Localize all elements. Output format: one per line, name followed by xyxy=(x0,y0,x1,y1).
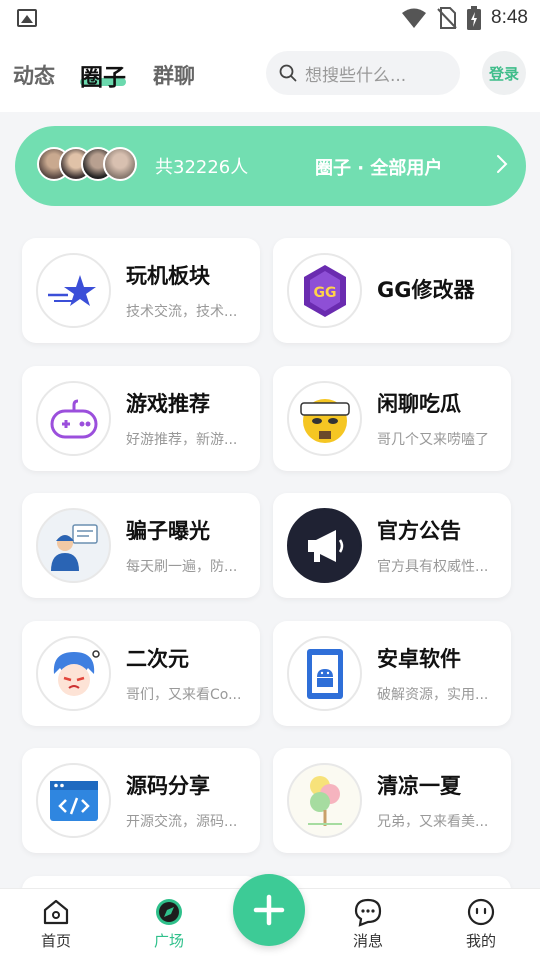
avatar xyxy=(103,147,137,181)
search-icon xyxy=(279,64,297,82)
card-title: 清凉一夏 xyxy=(377,774,461,798)
card-title: 安卓软件 xyxy=(377,647,461,671)
anime-character-icon xyxy=(36,636,111,711)
tab-dynamic[interactable]: 动态 xyxy=(13,60,55,90)
image-notification-icon xyxy=(17,9,37,27)
card-title: 二次元 xyxy=(126,647,189,671)
star-icon xyxy=(36,253,111,328)
card-subtitle: 好游推荐，新游... xyxy=(126,432,238,448)
tab-group-chat[interactable]: 群聊 xyxy=(153,60,195,90)
circle-card-scam-exposure[interactable]: 骗子曝光 每天刷一遍，防... xyxy=(22,493,260,598)
android-icon xyxy=(287,636,362,711)
banner-title: 圈子 · 全部用户 xyxy=(315,158,443,179)
wifi-icon xyxy=(402,8,427,28)
nav-label: 广场 xyxy=(153,932,184,950)
card-title: 骗子曝光 xyxy=(126,519,210,543)
card-subtitle: 每天刷一遍，防... xyxy=(126,559,238,575)
card-subtitle: 开源交流，源码... xyxy=(126,814,238,830)
nav-label: 首页 xyxy=(40,932,71,950)
circle-card-summer[interactable]: 清凉一夏 兄弟，又来看美... xyxy=(273,748,511,853)
card-subtitle: 哥们，又来看Co... xyxy=(126,687,242,703)
emoji-face-icon xyxy=(287,381,362,456)
card-subtitle: 兄弟，又来看美... xyxy=(377,814,489,830)
search-placeholder: 想搜些什么... xyxy=(305,65,407,86)
home-icon xyxy=(43,899,69,925)
no-sim-icon xyxy=(437,7,457,29)
gamepad-icon xyxy=(36,381,111,456)
nav-profile[interactable]: 我的 xyxy=(441,897,521,951)
status-time: 8:48 xyxy=(491,7,528,28)
circle-card-source-code[interactable]: 源码分享 开源交流，源码... xyxy=(22,748,260,853)
nav-label: 消息 xyxy=(352,932,383,950)
circle-card-official-notice[interactable]: 官方公告 官方具有权威性... xyxy=(273,493,511,598)
chevron-right-icon xyxy=(497,155,508,173)
all-users-banner[interactable]: 共32226人 圈子 · 全部用户 xyxy=(15,126,526,206)
circle-card-android-software[interactable]: 安卓软件 破解资源，实用... xyxy=(273,621,511,726)
ice-cream-icon xyxy=(287,763,362,838)
card-subtitle: 官方具有权威性... xyxy=(377,559,489,575)
circle-card-gg-modifier[interactable]: GG GG修改器 xyxy=(273,238,511,343)
nav-home[interactable]: 首页 xyxy=(16,897,96,951)
compass-icon xyxy=(156,899,182,925)
card-title: GG修改器 xyxy=(377,278,475,302)
battery-charging-icon xyxy=(467,6,482,30)
card-title: 闲聊吃瓜 xyxy=(377,392,461,416)
circle-card-chit-chat[interactable]: 闲聊吃瓜 哥几个又来唠嗑了 xyxy=(273,366,511,471)
plus-icon xyxy=(253,894,285,926)
nav-messages[interactable]: 消息 xyxy=(328,897,408,951)
create-post-button[interactable] xyxy=(233,874,305,946)
circle-card-phone-tinkering[interactable]: 玩机板块 技术交流，技术... xyxy=(22,238,260,343)
top-header: 动态 圈子 群聊 想搜些什么... 登录 xyxy=(0,36,540,112)
svg-text:GG: GG xyxy=(313,285,336,301)
profile-icon xyxy=(467,898,495,926)
circle-card-game-recommend[interactable]: 游戏推荐 好游推荐，新游... xyxy=(22,366,260,471)
circle-card-anime[interactable]: 二次元 哥们，又来看Co... xyxy=(22,621,260,726)
nav-square[interactable]: 广场 xyxy=(129,897,209,951)
support-agent-icon xyxy=(36,508,111,583)
card-subtitle: 破解资源，实用... xyxy=(377,687,489,703)
status-bar: 8:48 xyxy=(0,0,540,36)
message-icon xyxy=(354,898,382,927)
nav-label: 我的 xyxy=(465,932,496,950)
tab-circles[interactable]: 圈子 xyxy=(80,58,126,92)
search-input[interactable]: 想搜些什么... xyxy=(266,51,460,95)
card-title: 游戏推荐 xyxy=(126,392,210,416)
code-window-icon xyxy=(36,763,111,838)
card-title: 玩机板块 xyxy=(126,264,210,288)
card-subtitle: 技术交流，技术... xyxy=(126,304,238,320)
card-title: 源码分享 xyxy=(126,774,210,798)
gg-icon: GG xyxy=(287,253,362,328)
card-subtitle: 哥几个又来唠嗑了 xyxy=(377,432,489,448)
card-title: 官方公告 xyxy=(377,519,461,543)
megaphone-icon xyxy=(287,508,362,583)
login-button[interactable]: 登录 xyxy=(482,51,526,95)
member-avatars xyxy=(37,147,137,181)
member-count: 共32226人 xyxy=(155,157,249,178)
